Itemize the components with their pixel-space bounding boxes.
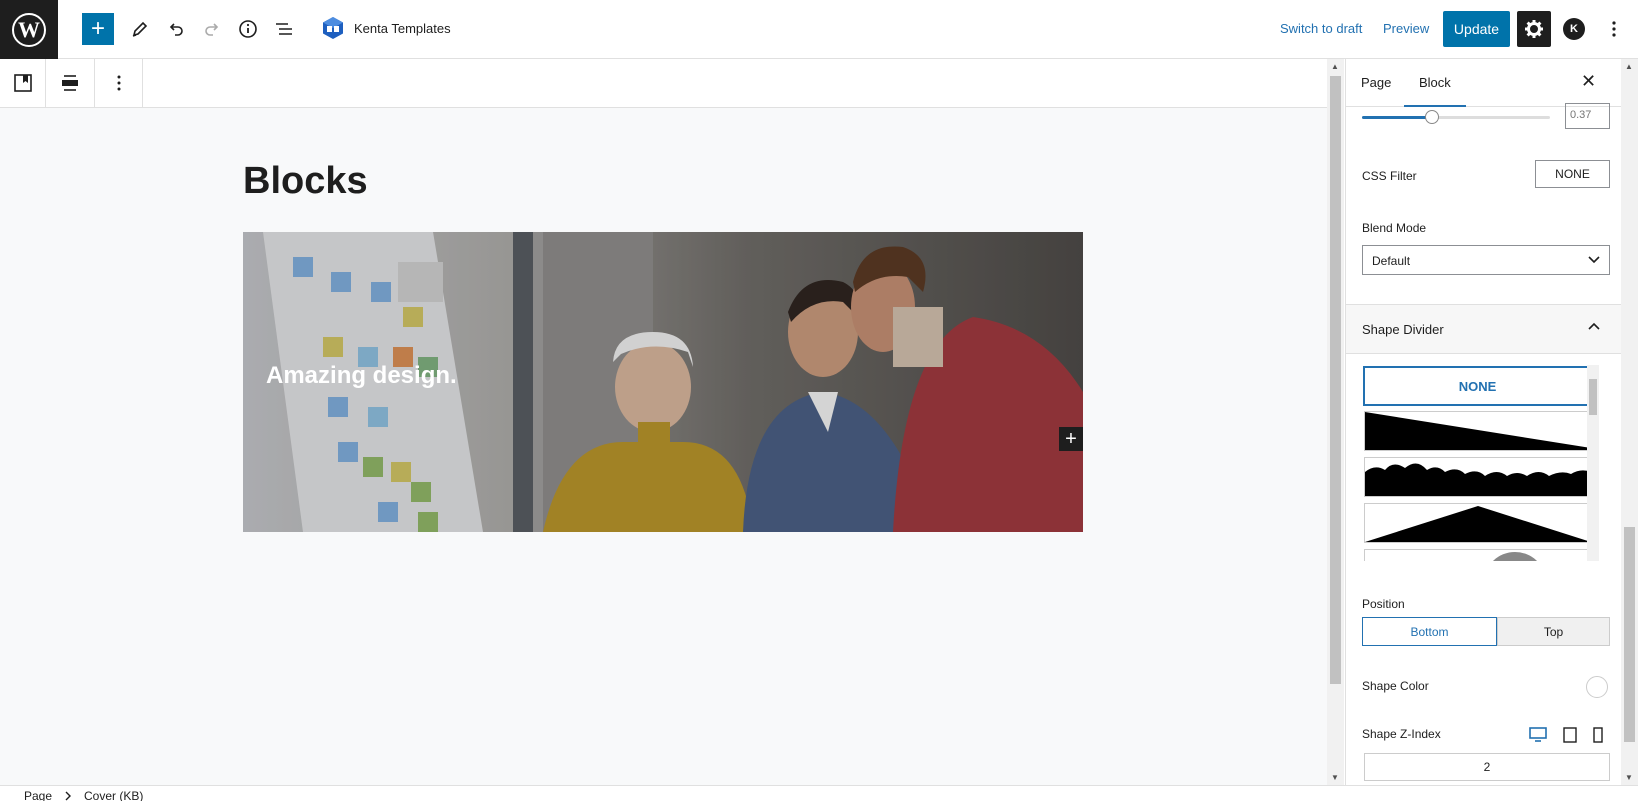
breadcrumb-page[interactable]: Page [24,789,52,801]
block-toolbar [0,59,1327,108]
shape-list-scrollbar[interactable] [1587,365,1599,561]
pencil-icon [132,21,148,37]
plus-icon: + [90,15,105,42]
shape-z-index-label: Shape Z-Index [1362,727,1441,741]
kadence-blocks-icon [323,17,343,39]
editor-canvas: Blocks Amazing design. + [0,108,1327,785]
settings-sidebar: Page Block ✕ 0.37 CSS Filter NONE Blend … [1345,59,1621,785]
close-icon[interactable]: ✕ [1581,71,1596,92]
avatar[interactable]: K [1563,18,1585,40]
shape-option-none[interactable]: NONE [1363,366,1592,406]
more-vertical-icon [117,75,120,91]
shape-option-slant[interactable] [1364,411,1592,451]
tools-button[interactable] [124,13,156,45]
editor-scrollbar[interactable]: ▲ ▼ [1327,59,1344,785]
shape-divider-list: NONE [1362,365,1602,561]
shape-z-index-input[interactable]: 2 [1364,753,1610,781]
block-inserter-button[interactable]: + [82,13,114,45]
chevron-down-icon [1588,256,1600,264]
shape-divider-title: Shape Divider [1362,322,1444,337]
site-name[interactable]: Kenta Templates [354,21,451,36]
info-icon [239,20,257,38]
shape-option-triangle[interactable] [1364,503,1592,543]
mobile-icon[interactable] [1589,727,1607,743]
sidebar-tabs: Page Block ✕ [1346,59,1621,107]
block-options-button[interactable] [95,59,143,107]
css-filter-button[interactable]: NONE [1535,160,1610,188]
chevron-up-icon [1588,322,1600,330]
tab-page[interactable]: Page [1361,59,1391,106]
blend-mode-select[interactable]: Default [1362,245,1610,275]
page-title[interactable]: Blocks [243,160,368,203]
redo-icon [205,23,219,36]
cover-block-icon [13,74,32,92]
more-vertical-icon[interactable] [1606,18,1622,40]
cover-heading[interactable]: Amazing design. [266,362,457,390]
shape-divider-panel-toggle[interactable]: Shape Divider [1346,305,1621,354]
opacity-input[interactable]: 0.37 [1565,103,1610,129]
list-view-button[interactable] [268,13,300,45]
preview-button[interactable]: Preview [1383,21,1429,36]
switch-to-draft-button[interactable]: Switch to draft [1280,21,1362,36]
shape-color-picker[interactable] [1586,676,1608,698]
slider-handle[interactable] [1425,110,1439,124]
wordpress-icon[interactable]: W [0,0,58,59]
shape-color-label: Shape Color [1362,679,1429,693]
redo-button[interactable] [196,13,228,45]
block-type-button[interactable] [0,59,46,107]
blend-mode-label: Blend Mode [1362,221,1427,235]
settings-button[interactable] [1517,11,1551,47]
plus-icon: + [1065,428,1077,450]
cover-block[interactable]: Amazing design. + [243,232,1083,532]
position-top-button[interactable]: Top [1497,617,1610,646]
undo-icon [169,23,183,36]
blend-mode-value: Default [1372,254,1411,268]
css-filter-label: CSS Filter [1362,169,1417,183]
desktop-icon[interactable] [1529,727,1547,743]
update-button[interactable]: Update [1443,11,1510,47]
shape-option-curve[interactable] [1364,549,1592,561]
add-block-button[interactable]: + [1059,427,1083,451]
align-button[interactable] [46,59,95,107]
breadcrumb: Page Cover (KB) [0,785,1638,801]
tab-block[interactable]: Block [1404,59,1466,107]
tablet-icon[interactable] [1561,727,1579,743]
align-wide-icon [62,75,78,91]
chevron-right-icon [65,791,71,801]
shape-option-clouds[interactable] [1364,457,1592,497]
editor-header: W + Kenta Templates Switch to draft Prev… [0,0,1638,59]
sidebar-scrollbar[interactable]: ▲ ▼ [1621,59,1638,785]
position-label: Position [1362,597,1405,611]
breadcrumb-cover[interactable]: Cover (KB) [84,789,143,801]
undo-button[interactable] [160,13,192,45]
details-button[interactable] [232,13,264,45]
gear-icon [1525,20,1543,38]
list-view-icon [276,23,292,35]
position-bottom-button[interactable]: Bottom [1362,617,1497,646]
opacity-slider[interactable] [1362,110,1550,124]
